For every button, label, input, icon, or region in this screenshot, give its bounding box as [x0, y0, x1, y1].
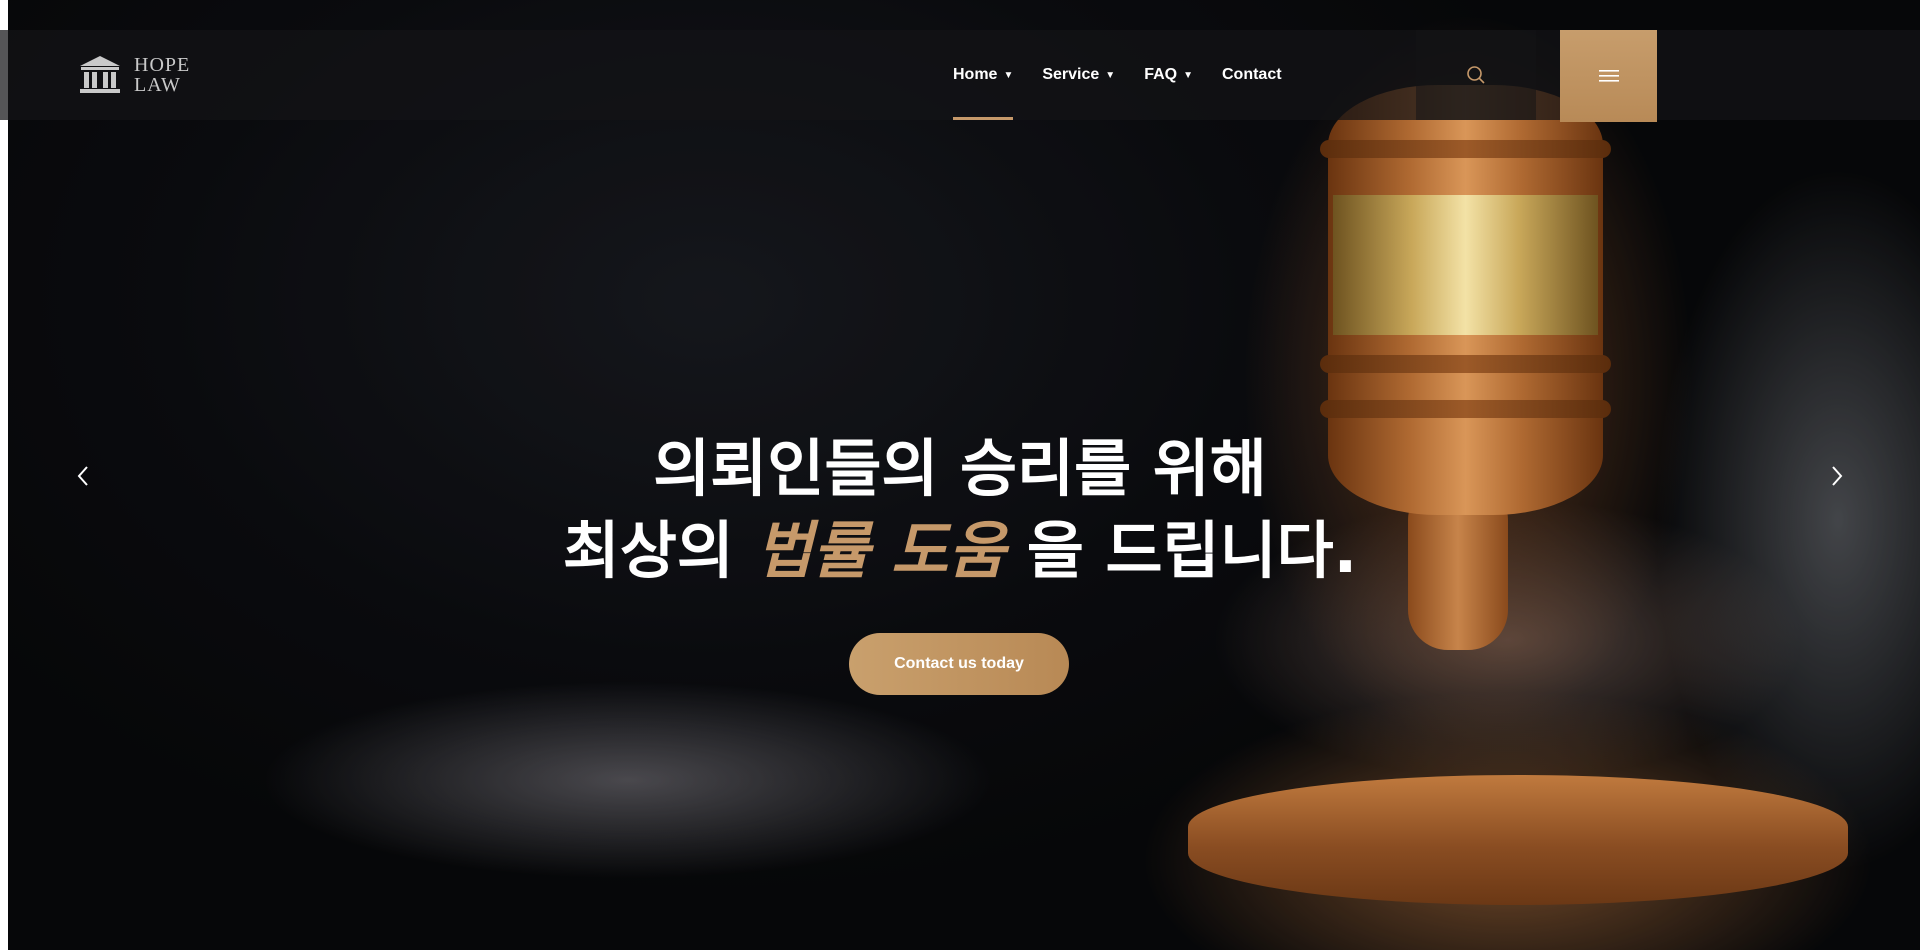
- logo-line-2: LAW: [134, 74, 181, 96]
- search-button[interactable]: [1416, 30, 1536, 120]
- headline-line-1: 의뢰인들의 승리를 위해: [653, 432, 1267, 505]
- site-logo[interactable]: HOPE LAW: [78, 50, 190, 100]
- nav-item-faq[interactable]: FAQ ▼: [1144, 30, 1193, 120]
- logo-text: HOPE LAW: [134, 55, 190, 95]
- chevron-down-icon: ▼: [1105, 69, 1116, 81]
- nav-item-home[interactable]: Home ▼: [953, 30, 1014, 120]
- nav-item-label: Home: [953, 66, 998, 83]
- site-header: HOPE LAW Home ▼ Service ▼ FAQ ▼ Contact: [0, 30, 1920, 122]
- chevron-down-icon: ▼: [1183, 69, 1193, 81]
- headline-accent: 법률 도움: [755, 514, 1006, 587]
- chevron-down-icon: ▼: [1003, 69, 1014, 81]
- hamburger-menu-icon: [1598, 70, 1619, 82]
- courthouse-icon: [80, 56, 120, 93]
- logo-line-1: HOPE: [134, 54, 191, 76]
- gavel-ring: [1320, 355, 1611, 373]
- headline-line-2-suffix: 을 드립니다.: [1026, 514, 1358, 587]
- menu-button[interactable]: [1560, 30, 1657, 122]
- gavel-brass-band: [1333, 195, 1598, 335]
- headline-line-2-prefix: 최상의: [562, 514, 756, 587]
- gavel-ring: [1320, 400, 1611, 418]
- nav-item-label: FAQ: [1144, 66, 1178, 83]
- nav-item-contact[interactable]: Contact: [1222, 30, 1282, 120]
- hero-headline: 의뢰인들의 승리를 위해 최상의 법률 도움 을 드립니다.: [0, 428, 1920, 592]
- gavel-ring: [1320, 140, 1611, 158]
- gavel-sound-block: [1188, 775, 1848, 905]
- headline-line-2: 최상의 법률 도움 을 드립니다.: [0, 510, 1920, 592]
- nav-item-service[interactable]: Service ▼: [1042, 30, 1115, 120]
- nav-item-label: Contact: [1222, 66, 1282, 83]
- main-nav: Home ▼ Service ▼ FAQ ▼ Contact: [953, 30, 1311, 120]
- contact-us-button[interactable]: Contact us today: [849, 633, 1069, 695]
- search-icon: [1467, 66, 1485, 84]
- nav-item-label: Service: [1042, 66, 1100, 83]
